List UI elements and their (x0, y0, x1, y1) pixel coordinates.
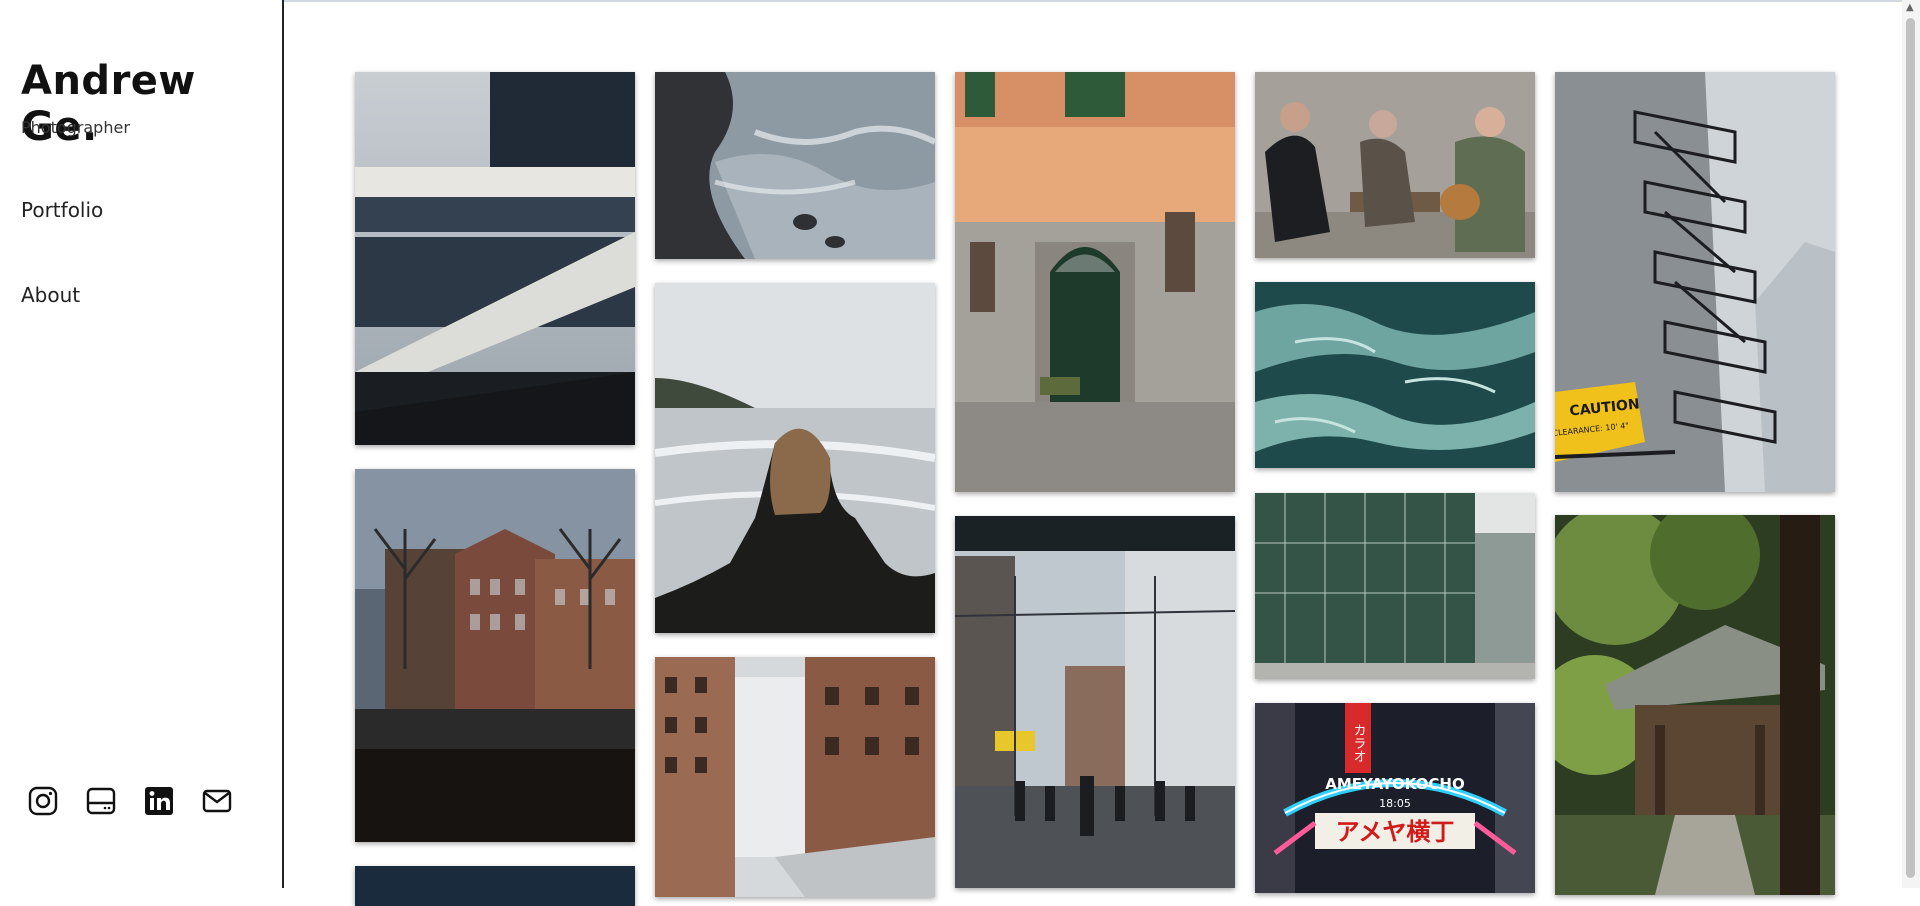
scrollbar-thumb[interactable] (1906, 18, 1915, 878)
karaoke-sign-text: カラオ (1351, 724, 1366, 763)
top-border (284, 0, 1920, 2)
photo-fire-escape-skyscraper[interactable]: CAUTION CLEARANCE: 10' 4" (1555, 72, 1835, 492)
social-links (28, 786, 232, 816)
linkedin-icon[interactable] (144, 786, 174, 816)
photo-dutch-houses-canal[interactable] (355, 469, 635, 842)
photo-ocean-foam[interactable] (1255, 282, 1535, 468)
photo-city-street-tram[interactable] (955, 516, 1235, 888)
ameyayokocho-jp-sign-text: アメヤ横丁 (1336, 818, 1455, 846)
sidebar: Andrew Ge. Photographer Portfolio About (0, 0, 284, 888)
flickr-icon[interactable] (86, 786, 116, 816)
photo-shrine-in-forest[interactable] (1555, 515, 1835, 895)
photo-modern-building[interactable] (355, 72, 635, 445)
ameyayokocho-sign-text: AMEYAYOKOCHO (1325, 775, 1464, 793)
nav-portfolio-link[interactable]: Portfolio (21, 198, 103, 222)
photo-night[interactable] (355, 866, 635, 906)
photo-rocky-coast-waves[interactable] (655, 72, 935, 259)
photo-ameyayokocho-sign[interactable]: カラオ AMEYAYOKOCHO 18:05 アメヤ横丁 (1255, 703, 1535, 893)
photo-woman-facing-sea[interactable] (655, 283, 935, 633)
nav-about-link[interactable]: About (21, 283, 80, 307)
sign-time-text: 18:05 (1379, 797, 1411, 810)
site-subtitle: Photographer (21, 118, 130, 137)
vertical-scrollbar[interactable]: ▲ (1902, 0, 1920, 888)
photo-orange-building-door[interactable] (955, 72, 1235, 492)
photo-street-musicians[interactable] (1255, 72, 1535, 258)
instagram-icon[interactable] (28, 786, 58, 816)
mail-icon[interactable] (202, 786, 232, 816)
photo-apartment-buildings[interactable] (655, 657, 935, 897)
photo-glass-office-building[interactable] (1255, 493, 1535, 679)
scroll-up-arrow-icon[interactable]: ▲ (1906, 2, 1914, 13)
